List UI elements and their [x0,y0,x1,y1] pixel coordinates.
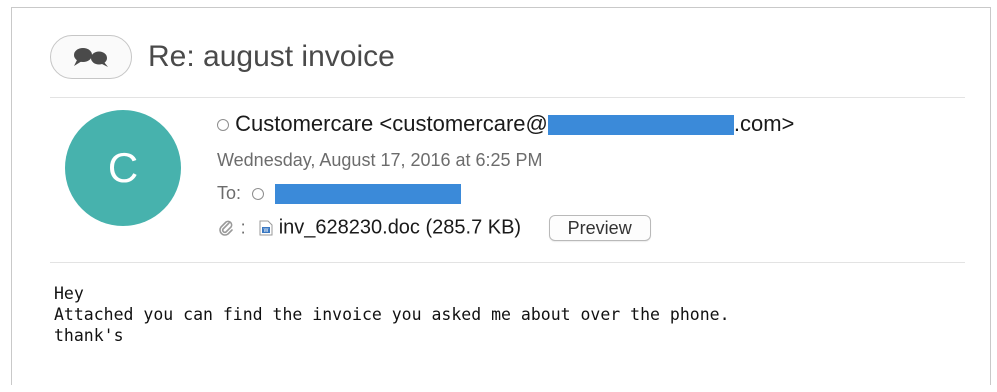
attachment-separator: : [240,217,246,238]
sender-avatar: C [65,110,181,226]
message-body: Hey Attached you can find the invoice you… [54,283,730,346]
preview-button[interactable]: Preview [548,215,651,241]
redacted-email-domain [547,115,734,136]
sender-name[interactable]: Customercare [235,111,373,136]
svg-text:W: W [264,228,269,234]
speech-bubbles-icon [74,48,108,67]
recipient-status-icon [252,188,265,201]
header-divider [50,97,965,98]
document-file-icon: W [259,220,273,236]
body-divider [50,262,965,263]
sender-email-suffix[interactable]: .com> [734,111,795,136]
body-line: Hey [54,284,84,303]
attachment-line: : W inv_628230.doc (285.7 KB) Preview [217,215,651,241]
conversation-icon[interactable] [50,35,132,79]
body-line: thank's [54,326,124,345]
to-label: To: [217,183,242,203]
avatar-letter: C [107,144,139,191]
redacted-recipient [275,184,462,205]
message-subject: Re: august invoice [148,40,395,73]
sent-date: Wednesday, August 17, 2016 at 6:25 PM [217,150,543,170]
body-line: Attached you can find the invoice you as… [54,305,730,324]
sender-status-icon [217,119,229,132]
paperclip-icon [219,220,233,236]
attachment-filename[interactable]: inv_628230.doc (285.7 KB) [279,216,521,238]
to-line: To: [217,183,462,205]
from-line: Customercare <customercare@ .com> [217,111,794,137]
sender-email-prefix[interactable]: <customercare@ [379,111,547,136]
